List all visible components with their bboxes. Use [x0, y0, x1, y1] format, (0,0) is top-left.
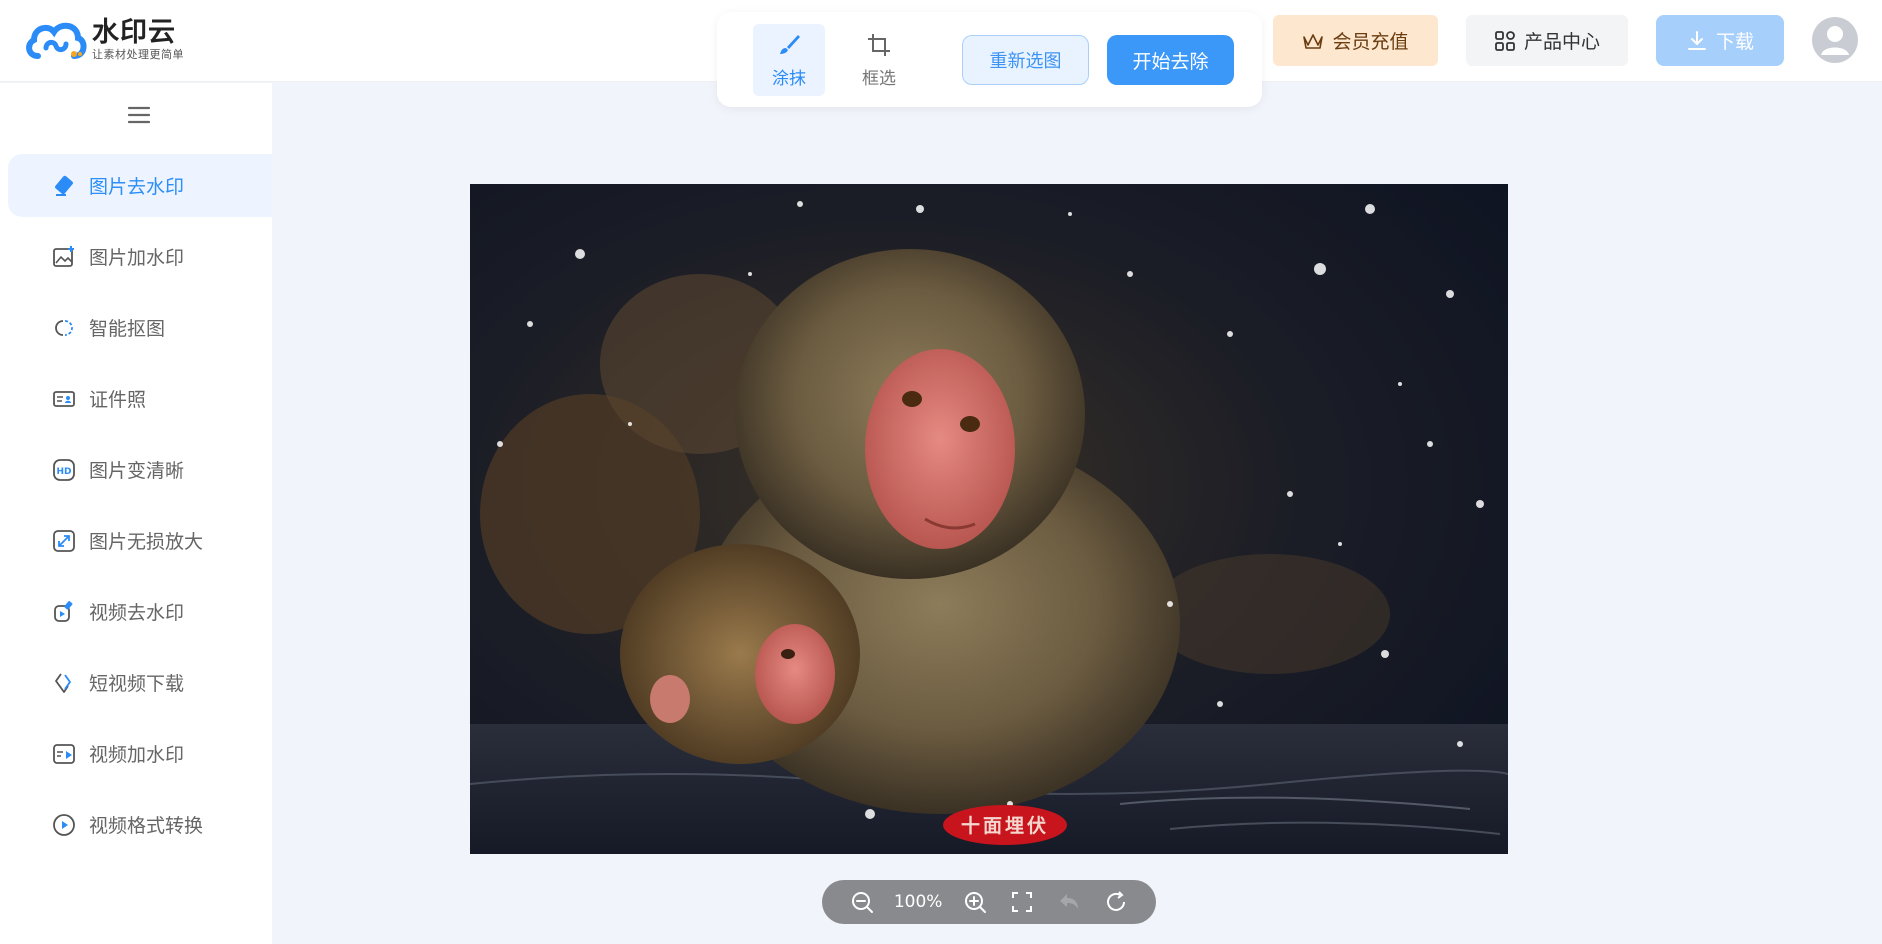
download-label: 下载: [1715, 31, 1754, 53]
enlarge-icon: [51, 528, 77, 554]
watermark-text: 十面埋伏: [961, 814, 1049, 837]
tool-brush-label: 涂抹: [772, 68, 806, 89]
zoom-controls: 100%: [822, 880, 1156, 924]
cloud-logo-icon: [24, 16, 88, 64]
crown-icon: [1303, 33, 1324, 49]
sidebar-item-label: 短视频下载: [89, 673, 185, 695]
sidebar-item-id-photo[interactable]: 证件照: [8, 367, 272, 430]
sidebar-item-label: 图片无损放大: [89, 531, 204, 553]
sidebar-item-enlarge[interactable]: 图片无损放大: [8, 509, 272, 572]
user-avatar[interactable]: [1812, 17, 1858, 63]
edit-tool-panel: 涂抹 框选 重新选图 开始去除: [717, 12, 1262, 107]
reset-icon[interactable]: [1101, 887, 1131, 917]
hd-icon: HD: [51, 457, 77, 483]
sidebar-item-label: 图片去水印: [89, 176, 185, 198]
sidebar-item-add-watermark[interactable]: 图片加水印: [8, 225, 272, 288]
sidebar: 图片去水印 图片加水印 智能抠图 证件照 HD 图片变清晰 图片无损放大 视频去…: [0, 83, 272, 944]
tool-crop-label: 框选: [862, 68, 896, 89]
vip-recharge-button[interactable]: 会员充值: [1273, 15, 1438, 66]
id-card-icon: [51, 386, 77, 412]
image-add-icon: [51, 244, 77, 270]
tool-brush[interactable]: 涂抹: [753, 24, 825, 96]
download-icon: [1687, 30, 1706, 50]
sidebar-item-video-convert[interactable]: 视频格式转换: [8, 793, 272, 856]
sidebar-item-video-remove-watermark[interactable]: 视频去水印: [8, 580, 272, 643]
sidebar-item-label: 图片加水印: [89, 247, 185, 269]
sidebar-item-label: 视频加水印: [89, 744, 185, 766]
sidebar-item-cutout[interactable]: 智能抠图: [8, 296, 272, 359]
product-center-button[interactable]: 产品中心: [1466, 15, 1628, 66]
video-add-icon: [51, 741, 77, 767]
image-canvas[interactable]: 十面埋伏: [470, 184, 1508, 854]
logo[interactable]: 水印云 让素材处理更简单: [24, 16, 184, 64]
brush-icon: [780, 34, 800, 54]
monkey-photo: 十面埋伏: [470, 184, 1508, 854]
zoom-level: 100%: [893, 892, 943, 912]
zoom-in-icon[interactable]: [960, 887, 990, 917]
undo-icon[interactable]: [1054, 887, 1084, 917]
tool-crop[interactable]: 框选: [843, 24, 915, 96]
sidebar-item-short-video-download[interactable]: 短视频下载: [8, 651, 272, 714]
product-label: 产品中心: [1523, 31, 1600, 53]
link-download-icon: [51, 670, 77, 696]
fullscreen-icon[interactable]: [1007, 887, 1037, 917]
sidebar-item-label: 视频去水印: [89, 602, 185, 624]
sidebar-item-label: 视频格式转换: [89, 815, 204, 837]
grid-icon: [1495, 30, 1515, 51]
zoom-out-icon[interactable]: [847, 887, 877, 917]
download-button[interactable]: 下载: [1656, 15, 1784, 66]
reselect-image-button[interactable]: 重新选图: [962, 35, 1089, 85]
sidebar-item-video-add-watermark[interactable]: 视频加水印: [8, 722, 272, 785]
vip-label: 会员充值: [1332, 31, 1409, 53]
cutout-icon: [51, 315, 77, 341]
crop-icon: [868, 33, 890, 56]
brand-name: 水印云: [92, 17, 176, 48]
play-circle-icon: [51, 812, 77, 838]
sidebar-item-remove-watermark[interactable]: 图片去水印: [8, 154, 272, 217]
sidebar-item-label: 图片变清晰: [89, 460, 185, 482]
menu-collapse-icon[interactable]: [127, 103, 151, 127]
sidebar-item-label: 证件照: [89, 389, 147, 411]
eraser-icon: [51, 173, 77, 199]
user-icon: [1821, 26, 1849, 55]
video-eraser-icon: [51, 599, 77, 625]
brand-slogan: 让素材处理更简单: [92, 48, 184, 61]
sidebar-item-enhance[interactable]: HD 图片变清晰: [8, 438, 272, 501]
start-remove-button[interactable]: 开始去除: [1107, 35, 1234, 85]
svg-text:HD: HD: [56, 467, 71, 477]
sidebar-item-label: 智能抠图: [89, 318, 166, 340]
